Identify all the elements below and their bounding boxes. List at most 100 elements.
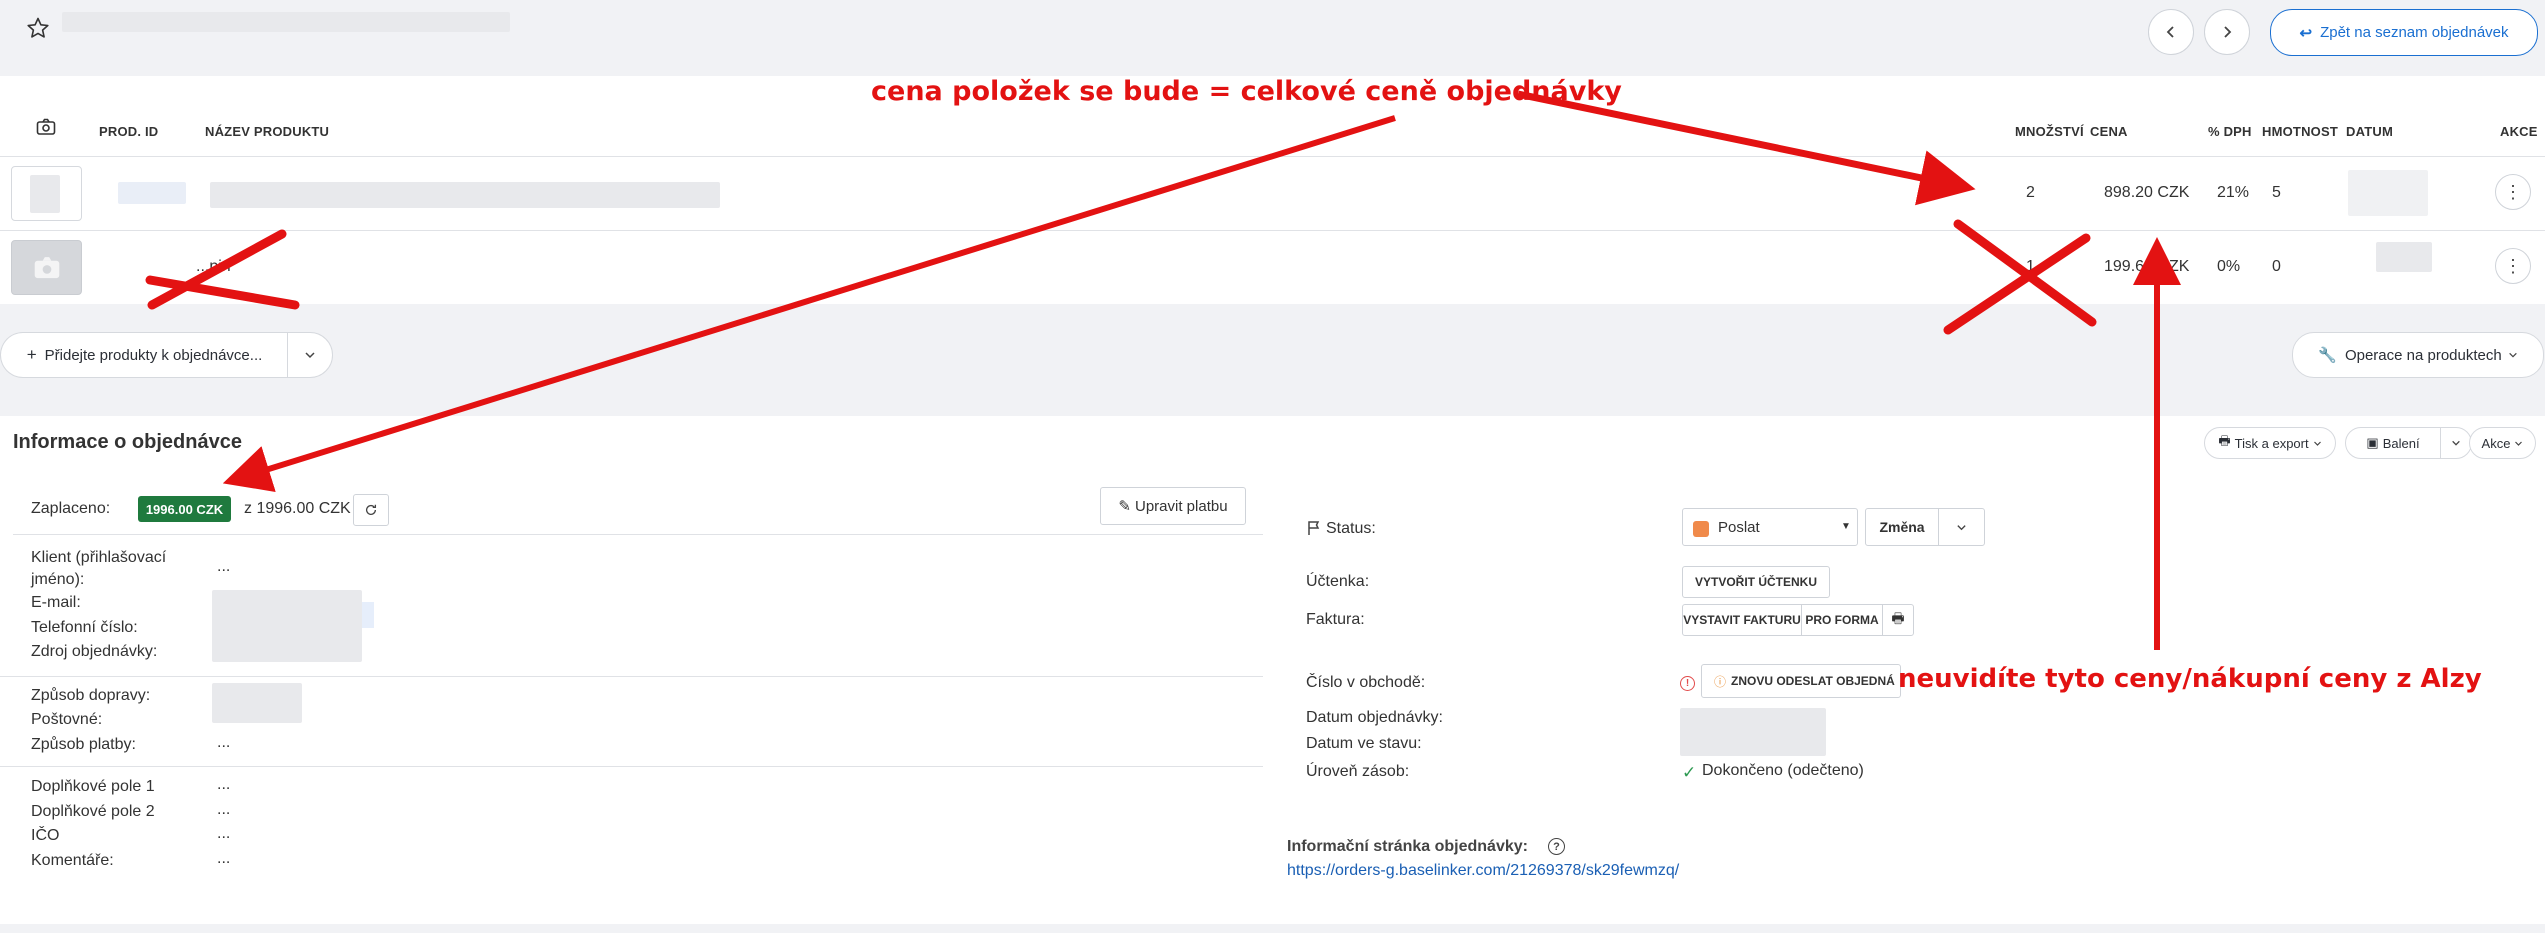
col-weight[interactable]: HMOTNOST xyxy=(2262,124,2338,139)
status-change-dropdown[interactable] xyxy=(1938,508,1985,546)
payment-method-label: Způsob platby: xyxy=(31,736,136,753)
col-price[interactable]: CENA xyxy=(2090,124,2128,139)
extra-field-2-label: Doplňkové pole 2 xyxy=(31,803,155,820)
vat-value: 0% xyxy=(2217,258,2241,275)
status-date-label: Datum ve stavu: xyxy=(1306,735,1422,752)
help-icon[interactable]: ? xyxy=(1548,838,1565,855)
product-operations-button[interactable]: 🔧 Operace na produktech xyxy=(2292,332,2544,378)
pencil-icon: ✎ xyxy=(1118,498,1131,515)
stock-level-label: Úroveň zásob: xyxy=(1306,763,1410,780)
camera-placeholder-icon xyxy=(34,256,59,278)
order-info-title: Informace o objednávce xyxy=(13,431,242,453)
resend-order-button[interactable]: ⓘ ZNOVU ODESLAT OBJEDNÁ xyxy=(1701,664,1901,698)
print-invoice-button[interactable]: 🖶 xyxy=(1882,604,1914,636)
printer-icon: 🖶 xyxy=(1891,610,1905,626)
vat-value: 21% xyxy=(2217,184,2250,201)
annotation-top-text: cena položek se bude = celkové ceně obje… xyxy=(871,76,1622,107)
packing-button[interactable]: ▣ Balení xyxy=(2345,427,2441,459)
status-color-swatch xyxy=(1693,521,1709,537)
weight-value: 0 xyxy=(2272,258,2281,275)
prev-order-button[interactable] xyxy=(2148,9,2194,55)
warning-icon: ! xyxy=(1680,676,1695,691)
back-to-orders-button[interactable]: ↩ Zpět na seznam objednávek xyxy=(2270,9,2538,56)
receipt-label: Účtenka: xyxy=(1306,573,1370,590)
status-label: Status: xyxy=(1326,520,1376,537)
camera-icon xyxy=(36,118,56,141)
col-actions: AKCE xyxy=(2500,124,2538,139)
phone-label: Telefonní číslo: xyxy=(31,619,138,636)
chevron-right-icon xyxy=(2224,26,2232,38)
print-export-button[interactable]: 🖶 Tisk a export xyxy=(2204,427,2336,459)
col-product-name[interactable]: NÁZEV PRODUKTU xyxy=(205,124,329,139)
col-date[interactable]: DATUM xyxy=(2346,124,2393,139)
row-actions-button[interactable]: ⋮ xyxy=(2495,174,2531,210)
source-label: Zdroj objednávky: xyxy=(31,643,158,660)
date-redacted xyxy=(2376,242,2432,272)
info-circle-icon: ⓘ xyxy=(1714,674,1727,689)
paid-total: z 1996.00 CZK xyxy=(244,500,351,517)
product-thumbnail[interactable] xyxy=(11,166,82,221)
extra-field-1-value[interactable]: ... xyxy=(217,776,230,794)
chevron-down-icon xyxy=(2452,440,2460,446)
extra-field-2-value[interactable]: ... xyxy=(217,801,230,819)
products-table: PROD. ID NÁZEV PRODUKTU MNOŽSTVÍ CENA % … xyxy=(0,76,2545,304)
col-vat[interactable]: % DPH xyxy=(2208,124,2252,139)
quantity-value: 2 xyxy=(2026,184,2035,201)
add-products-dropdown[interactable] xyxy=(287,332,333,378)
check-icon: ✓ xyxy=(1682,763,1697,782)
chevron-down-icon xyxy=(2313,441,2321,446)
add-products-button[interactable]: + Přidejte produkty k objednávce... xyxy=(0,332,288,378)
create-receipt-button[interactable]: VYTVOŘIT ÚČTENKU xyxy=(1682,566,1830,598)
more-vertical-icon: ⋮ xyxy=(2504,182,2522,202)
order-actions-button[interactable]: Akce xyxy=(2469,427,2536,459)
chevron-down-icon xyxy=(305,352,315,359)
chevron-down-icon xyxy=(2515,441,2523,446)
next-order-button[interactable] xyxy=(2204,9,2250,55)
proforma-button[interactable]: PRO FORMA xyxy=(1801,604,1883,636)
date-redacted xyxy=(2348,170,2428,216)
info-page-link[interactable]: https://orders-g.baselinker.com/21269378… xyxy=(1287,862,1679,880)
product-name[interactable]: ...pin xyxy=(196,258,231,276)
shop-number-label: Číslo v obchodě: xyxy=(1306,674,1426,691)
printer-icon: 🖶 xyxy=(2218,433,2231,448)
client-value: ... xyxy=(217,558,231,575)
refresh-icon xyxy=(365,504,377,515)
plus-icon: + xyxy=(26,345,37,364)
postage-label: Poštovné: xyxy=(31,711,103,728)
shipping-label: Způsob dopravy: xyxy=(31,687,151,704)
chevron-down-icon xyxy=(1957,524,1966,530)
quantity-value: 1 xyxy=(2026,258,2035,275)
email-label: E-mail: xyxy=(31,594,81,611)
paid-badge: 1996.00 CZK xyxy=(138,496,231,522)
payment-method-value: ... xyxy=(217,734,231,751)
info-page-label: Informační stránka objednávky: xyxy=(1287,838,1528,855)
col-prod-id[interactable]: PROD. ID xyxy=(99,124,158,139)
col-quantity[interactable]: MNOŽSTVÍ xyxy=(2015,124,2084,139)
packing-dropdown[interactable] xyxy=(2440,427,2472,459)
paid-label: Zaplaceno: xyxy=(31,500,111,517)
product-thumbnail-placeholder[interactable] xyxy=(11,240,82,295)
contact-details-redacted xyxy=(212,590,362,662)
shipping-redacted xyxy=(212,683,302,723)
issue-invoice-button[interactable]: VYSTAVIT FAKTURU xyxy=(1682,604,1802,636)
refresh-payment-button[interactable] xyxy=(353,494,389,526)
back-arrow-icon: ↩ xyxy=(2299,24,2313,42)
comments-value[interactable]: ... xyxy=(217,850,230,868)
order-date-label: Datum objednávky: xyxy=(1306,709,1443,726)
product-name-redacted xyxy=(210,182,720,208)
ico-value[interactable]: ... xyxy=(217,825,230,843)
comments-label: Komentáře: xyxy=(31,852,114,869)
status-select[interactable]: Poslat ▼ xyxy=(1682,508,1858,546)
status-change-button[interactable]: Změna xyxy=(1865,508,1939,546)
product-id-redacted xyxy=(118,182,186,204)
favorite-star-icon[interactable] xyxy=(26,16,50,40)
price-value: 199.60 CZK xyxy=(2104,258,2190,275)
order-title-redacted xyxy=(62,12,510,32)
wrench-icon: 🔧 xyxy=(2318,347,2337,364)
invoice-label: Faktura: xyxy=(1306,611,1365,628)
price-value: 898.20 CZK xyxy=(2104,184,2190,201)
edit-payment-button[interactable]: ✎ Upravit platbu xyxy=(1100,487,1246,525)
dates-redacted xyxy=(1680,708,1826,756)
row-actions-button[interactable]: ⋮ xyxy=(2495,248,2531,284)
weight-value: 5 xyxy=(2272,184,2281,201)
